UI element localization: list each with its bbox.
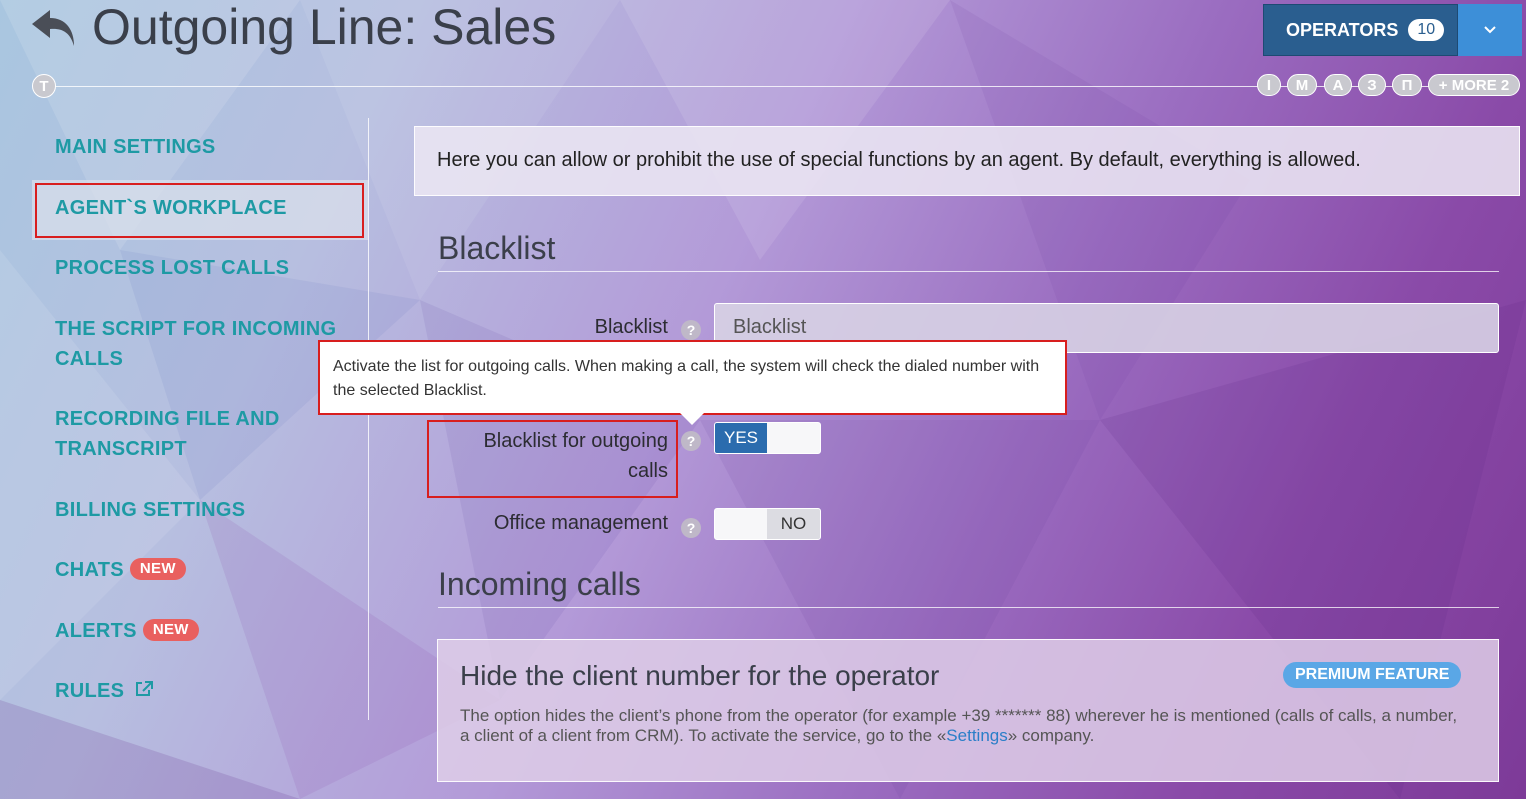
question-icon[interactable]: ?	[681, 320, 701, 340]
avatar[interactable]: T	[32, 74, 56, 98]
operator-avatar-5[interactable]: П	[1392, 74, 1422, 96]
sidebar-item-script-incoming[interactable]: THE SCRIPT FOR INCOMING CALLS	[55, 314, 355, 374]
question-icon[interactable]: ?	[681, 518, 701, 538]
sidebar-item-label: ALERTS	[55, 620, 137, 642]
tooltip-arrow	[680, 413, 704, 425]
operators-dropdown-button[interactable]	[1458, 4, 1522, 56]
external-link-icon	[136, 681, 154, 696]
sidebar-item-rules[interactable]: RULES	[55, 676, 154, 706]
tooltip: Activate the list for outgoing calls. Wh…	[318, 340, 1067, 415]
sidebar-item-alerts[interactable]: ALERTS NEW	[55, 616, 199, 646]
back-arrow-icon[interactable]	[28, 6, 80, 50]
settings-link[interactable]: Settings	[946, 726, 1007, 745]
sidebar-item-main-settings[interactable]: MAIN SETTINGS	[55, 132, 216, 162]
office-management-label: Office management	[493, 512, 668, 534]
operators-label: OPERATORS	[1286, 19, 1399, 40]
blacklist-select-label: Blacklist	[594, 316, 668, 338]
sidebar-item-agents-workplace[interactable]: AGENT`S WORKPLACE	[55, 193, 287, 223]
operator-avatar-2[interactable]: М	[1287, 74, 1317, 96]
blacklist-outgoing-label: Blacklist for outgoing calls	[483, 430, 668, 482]
page-title: Outgoing Line: Sales	[92, 0, 557, 55]
new-badge: NEW	[142, 619, 199, 641]
office-management-toggle[interactable]: NO	[714, 508, 821, 540]
blacklist-outgoing-toggle[interactable]: YES	[714, 422, 821, 454]
section-divider	[438, 271, 1499, 272]
question-icon[interactable]: ?	[681, 431, 701, 451]
sidebar-item-chats[interactable]: CHATS NEW	[55, 555, 186, 585]
sidebar-item-label: CHATS	[55, 559, 124, 581]
premium-badge: PREMIUM FEATURE	[1283, 662, 1462, 688]
operator-avatar-1[interactable]: I	[1257, 74, 1281, 96]
sidebar-item-billing[interactable]: BILLING SETTINGS	[55, 495, 245, 525]
blacklist-heading: Blacklist	[438, 230, 556, 266]
operator-avatar-4[interactable]: З	[1358, 74, 1386, 96]
operator-avatar-3[interactable]: А	[1324, 74, 1352, 96]
incoming-calls-heading: Incoming calls	[438, 566, 641, 602]
toggle-yes: YES	[715, 423, 767, 453]
sidebar-divider	[368, 118, 369, 720]
sidebar-item-label: RULES	[55, 680, 125, 702]
card-description: The option hides the client’s phone from…	[460, 706, 1458, 745]
new-badge: NEW	[129, 558, 186, 580]
section-divider	[438, 607, 1499, 608]
chevron-down-icon	[1484, 26, 1496, 34]
operators-button[interactable]: OPERATORS 10	[1263, 4, 1458, 56]
card-title: Hide the client number for the operator	[460, 660, 940, 691]
info-banner: Here you can allow or prohibit the use o…	[414, 126, 1520, 196]
more-operators-button[interactable]: + MORE 2	[1428, 74, 1520, 96]
sidebar-item-recording[interactable]: RECORDING FILE AND TRANSCRIPT	[55, 404, 315, 464]
toggle-no: NO	[767, 509, 820, 539]
premium-feature-card: Hide the client number for the operator …	[437, 639, 1499, 782]
operators-count-badge: 10	[1408, 19, 1445, 41]
sidebar-item-process-lost-calls[interactable]: PROCESS LOST CALLS	[55, 253, 289, 283]
